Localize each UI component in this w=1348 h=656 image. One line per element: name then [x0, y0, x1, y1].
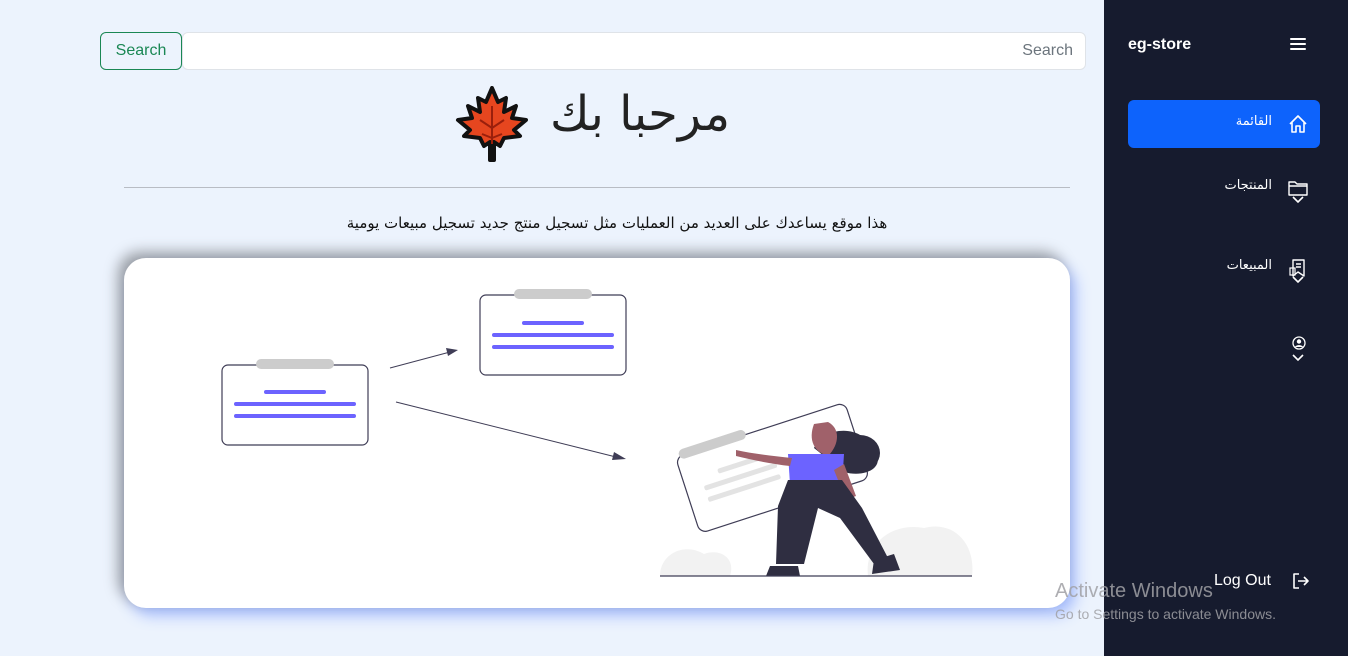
sidebar-item-label: القائمة	[1235, 114, 1272, 129]
search-input[interactable]	[182, 32, 1086, 70]
woman-with-documents-illustration	[221, 289, 973, 577]
sidebar-item-account[interactable]	[1128, 324, 1320, 372]
page-title: مرحبا بك	[550, 86, 731, 142]
logout-label: Log Out	[1214, 572, 1271, 589]
logout-icon	[1293, 573, 1309, 589]
search-button[interactable]: Search	[100, 32, 182, 70]
hamburger-icon[interactable]	[1290, 38, 1306, 52]
receipt-icon	[1289, 259, 1305, 277]
illustration-card	[124, 258, 1070, 608]
sidebar-item-products[interactable]: المنتجات	[1128, 164, 1320, 212]
watermark-subtitle: Go to Settings to activate Windows.	[1055, 606, 1276, 622]
chevron-down-icon[interactable]	[1292, 354, 1304, 362]
sidebar: eg-store القائمة المنتجات المبيعات Log O…	[1104, 0, 1348, 656]
sidebar-item-label: المنتجات	[1224, 178, 1272, 193]
folder-icon	[1288, 181, 1308, 196]
chevron-down-icon[interactable]	[1292, 196, 1304, 204]
home-icon	[1289, 115, 1307, 133]
user-circle-icon	[1292, 336, 1306, 350]
sidebar-item-label: المبيعات	[1226, 258, 1272, 273]
watermark-title: Activate Windows	[1055, 580, 1213, 602]
sidebar-item-home[interactable]: القائمة	[1128, 100, 1320, 148]
maple-leaf-icon	[456, 86, 528, 162]
description: هذا موقع يساعدك على العديد من العمليات م…	[346, 214, 888, 232]
brand-logo[interactable]: eg-store	[1128, 36, 1191, 54]
divider	[124, 187, 1070, 188]
chevron-down-icon[interactable]	[1292, 276, 1304, 284]
sidebar-item-sales[interactable]: المبيعات	[1128, 244, 1320, 292]
